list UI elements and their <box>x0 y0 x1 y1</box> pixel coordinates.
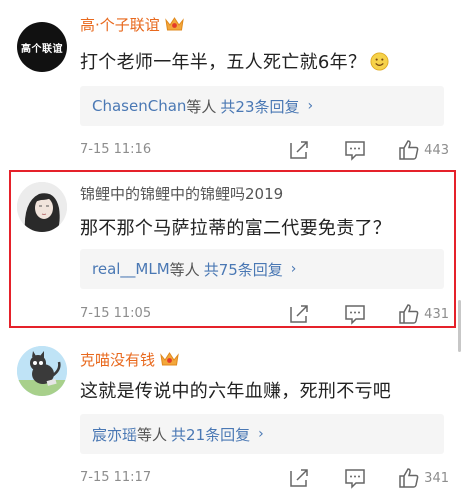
timestamp: 7-15 11:16 <box>80 142 152 157</box>
username-label: 高·个子联谊 <box>80 16 160 34</box>
action-bar: 431 <box>287 302 449 326</box>
action-bar: 341 <box>287 466 449 490</box>
avatar-photo-image <box>17 182 67 232</box>
avatar-cartoon-image <box>17 346 67 396</box>
chevron-right-icon: › <box>290 261 297 277</box>
avatar[interactable] <box>17 346 67 396</box>
action-bar: 443 <box>287 138 449 162</box>
share-icon[interactable] <box>287 138 311 162</box>
reply-summary[interactable]: 宸亦瑶 等人 共21条回复 › <box>80 414 444 454</box>
reply-others: 等人 <box>186 97 217 116</box>
username[interactable]: 高·个子联谊 <box>80 14 184 35</box>
chevron-right-icon: › <box>258 426 264 442</box>
reply-others: 等人 <box>169 260 200 279</box>
share-icon[interactable] <box>287 302 311 326</box>
comment-text: 那不那个马萨拉蒂的富二代要免责了？ <box>80 218 392 239</box>
scrollbar[interactable] <box>458 300 461 352</box>
comment-icon[interactable] <box>343 138 367 162</box>
reply-count[interactable]: 共23条回复 <box>220 96 299 117</box>
reply-summary[interactable]: ChasenChan 等人 共23条回复 › <box>80 86 444 126</box>
username[interactable]: 克喵没有钱 <box>80 349 179 370</box>
smile-emoji-icon <box>370 52 389 71</box>
like-count: 431 <box>424 306 449 322</box>
comment-icon[interactable] <box>343 302 367 326</box>
share-icon[interactable] <box>287 466 311 490</box>
thumbs-up-icon[interactable] <box>397 138 421 162</box>
comment-text: 这就是传说中的六年血赚，死刑不亏吧 <box>80 381 392 402</box>
username[interactable]: 锦鲤中的锦鲤中的锦鲤吗2019 <box>80 183 283 204</box>
reply-count[interactable]: 共75条回复 <box>204 259 283 280</box>
timestamp: 7-15 11:05 <box>80 306 152 321</box>
reply-user[interactable]: 宸亦瑶 <box>92 424 137 445</box>
thumbs-up-icon[interactable] <box>397 466 421 490</box>
reply-user[interactable]: ChasenChan <box>92 97 186 115</box>
thumbs-up-icon[interactable] <box>397 302 421 326</box>
like-count: 341 <box>424 470 449 486</box>
like-count: 443 <box>424 142 449 158</box>
vip-crown-icon <box>160 352 179 366</box>
avatar[interactable]: 高个联谊 <box>17 22 67 72</box>
reply-count[interactable]: 共21条回复 <box>171 424 250 445</box>
chevron-right-icon: › <box>307 98 314 114</box>
timestamp: 7-15 11:17 <box>80 470 152 485</box>
avatar[interactable] <box>17 182 67 232</box>
comment-icon[interactable] <box>343 466 367 490</box>
username-label: 克喵没有钱 <box>80 351 156 369</box>
comment-text-content: 打个老师一年半，五人死亡就6年？ <box>80 52 367 73</box>
vip-crown-icon <box>165 17 184 31</box>
reply-others: 等人 <box>137 425 168 444</box>
avatar-text: 高个联谊 <box>21 43 63 55</box>
reply-summary[interactable]: real__MLM 等人 共75条回复 › <box>80 249 444 289</box>
comment-text: 打个老师一年半，五人死亡就6年？ <box>80 48 389 74</box>
reply-user[interactable]: real__MLM <box>92 260 170 278</box>
